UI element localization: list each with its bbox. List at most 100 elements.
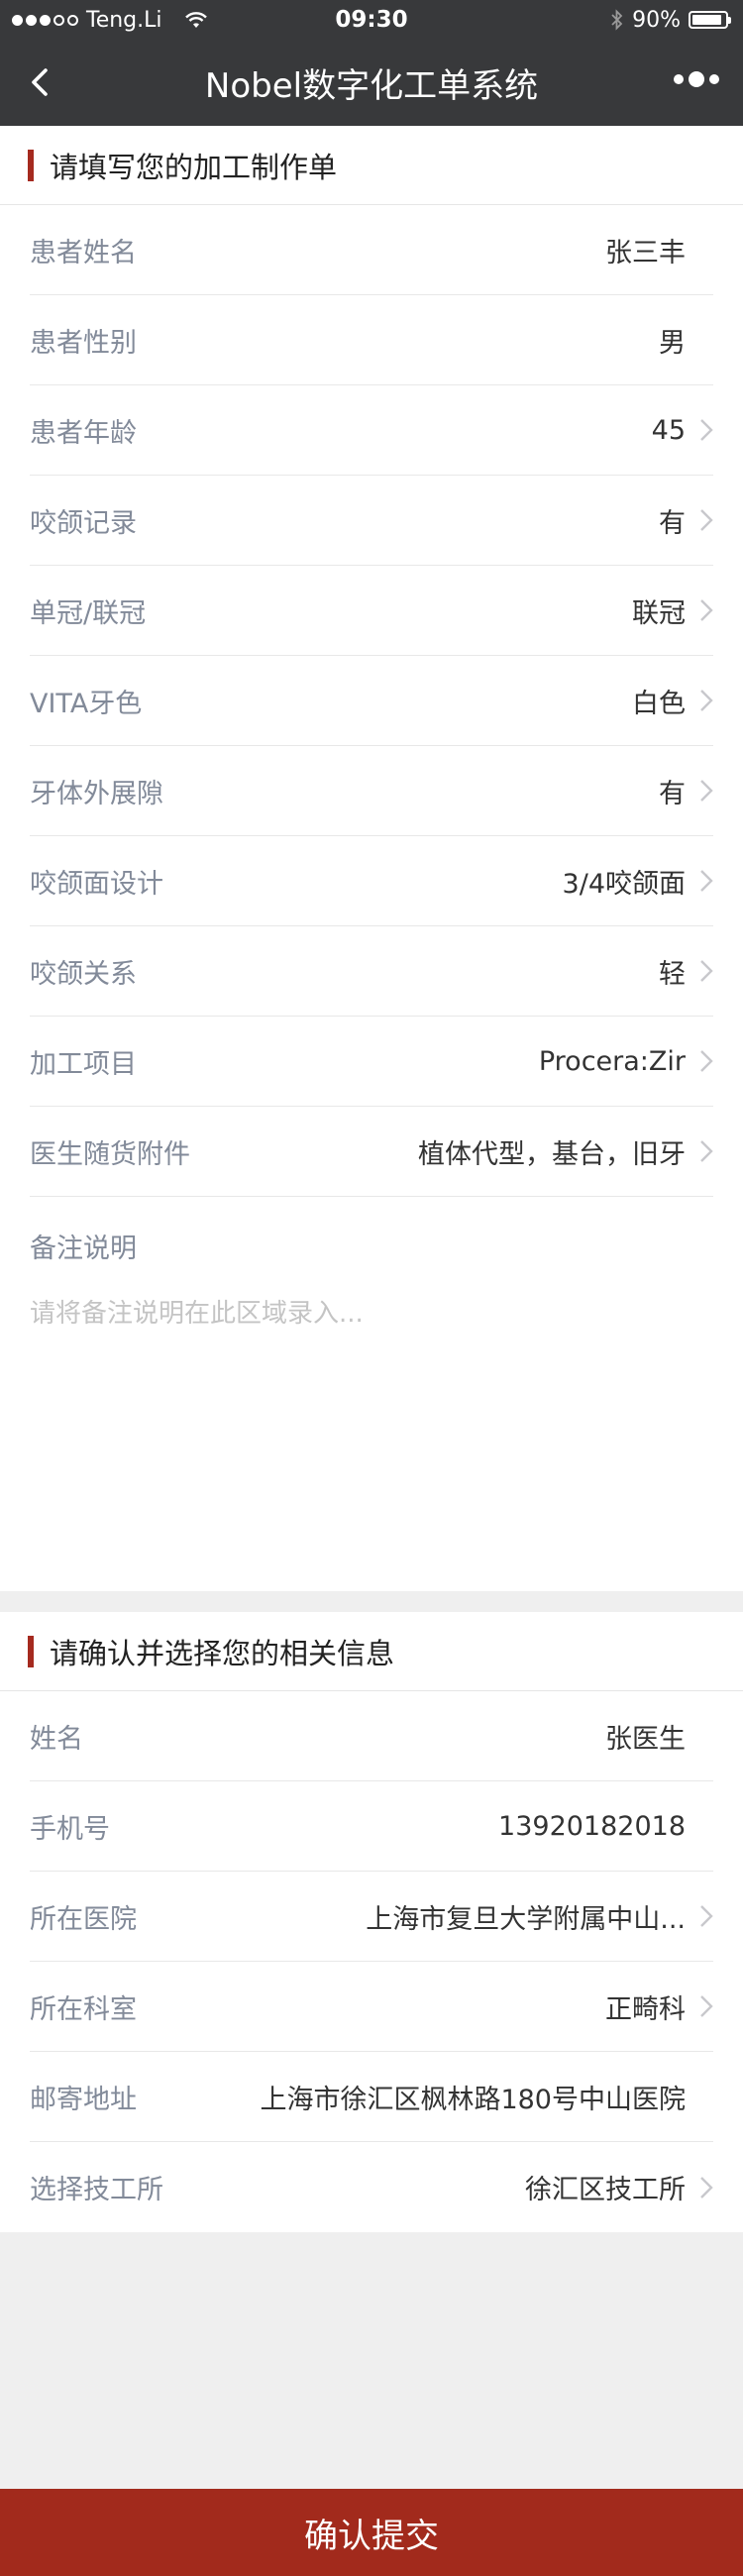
section-header: 请填写您的加工制作单 — [0, 126, 743, 205]
chevron-right-icon — [700, 1050, 713, 1072]
form-row[interactable]: 单冠/联冠 联冠 — [30, 566, 713, 656]
form-row[interactable]: 咬颌面设计 3/4咬颌面 — [30, 836, 713, 926]
signal-dot — [53, 14, 64, 26]
back-arrow-icon[interactable] — [22, 59, 61, 105]
form-row[interactable]: 手机号 13920182018 — [30, 1781, 713, 1872]
row-value-group: 有 — [659, 772, 713, 810]
remarks-label: 备注说明 — [30, 1234, 137, 1264]
form-row[interactable]: 患者性别 男 — [30, 295, 713, 385]
row-value-group: 正畸科 — [605, 1987, 713, 2026]
row-label: 患者性别 — [30, 327, 137, 359]
row-value-group: 植体代型，基台，旧牙 — [418, 1132, 713, 1171]
row-value-group: 上海市复旦大学附属中山... — [366, 1897, 713, 1936]
battery-percent: 90% — [632, 7, 681, 33]
row-label: 咬颌面设计 — [30, 868, 163, 900]
row-label: 姓名 — [30, 1723, 83, 1755]
status-time: 09:30 — [335, 7, 408, 33]
row-value: 有 — [659, 778, 686, 809]
row-value: 上海市徐汇区枫林路180号中山医院 — [260, 2084, 686, 2115]
chevron-right-icon — [700, 1905, 713, 1927]
row-label: 手机号 — [30, 1813, 110, 1845]
chevron-right-icon — [700, 2176, 713, 2199]
row-value-group: 上海市徐汇区枫林路180号中山医院 — [260, 2078, 713, 2116]
row-label: 所在科室 — [30, 1993, 137, 2025]
row-value-group: 男 — [659, 321, 713, 360]
remarks-input[interactable] — [30, 1293, 713, 1541]
form-row[interactable]: 加工项目 Procera:Zir — [30, 1017, 713, 1107]
row-label: 所在医院 — [30, 1903, 137, 1935]
form-row[interactable]: 邮寄地址 上海市徐汇区枫林路180号中山医院 — [30, 2052, 713, 2142]
row-value-group: 有 — [659, 501, 713, 540]
row-value: 张医生 — [605, 1723, 686, 1755]
row-label: 患者年龄 — [30, 417, 137, 449]
signal-dot — [26, 14, 37, 26]
status-left: Teng.Li — [12, 8, 208, 33]
more-dot — [709, 74, 719, 84]
page-title: Nobel数字化工单系统 — [204, 66, 539, 106]
row-value: 植体代型，基台，旧牙 — [418, 1138, 686, 1170]
section-divider — [0, 1591, 743, 1612]
row-value-group: 轻 — [659, 952, 713, 991]
status-right: 90% — [610, 8, 731, 33]
chevron-right-icon — [700, 599, 713, 621]
chevron-right-icon — [700, 690, 713, 711]
row-value-group: 45 — [652, 415, 713, 446]
carrier-name: Teng.Li — [86, 7, 162, 33]
form-row[interactable]: 患者姓名 张三丰 — [30, 205, 713, 295]
form-row[interactable]: VITA牙色 白色 — [30, 656, 713, 746]
battery-body — [689, 11, 728, 29]
row-label: 加工项目 — [30, 1048, 137, 1080]
form-row[interactable]: 所在科室 正畸科 — [30, 1962, 713, 2052]
row-value-group: Procera:Zir — [539, 1046, 713, 1077]
row-value: 上海市复旦大学附属中山... — [366, 1903, 686, 1935]
row-label: 选择技工所 — [30, 2175, 163, 2205]
row-value: 男 — [659, 327, 686, 359]
chevron-right-icon — [700, 1140, 713, 1162]
row-value: 45 — [651, 414, 686, 446]
row-label: 咬颌记录 — [30, 507, 137, 539]
more-dot — [674, 74, 684, 84]
row-value: 3/4咬颌面 — [562, 868, 686, 900]
form-row[interactable]: 牙体外展隙 有 — [30, 746, 713, 836]
row-value: 徐汇区技工所 — [525, 2175, 686, 2205]
row-label: 患者姓名 — [30, 237, 137, 268]
row-value-group: 张三丰 — [605, 231, 713, 269]
row-label: 咬颌关系 — [30, 958, 137, 990]
order-rows: 患者姓名 张三丰 患者性别男患者年龄 45 咬颌记录有单冠/联冠 联冠 VITA牙色 白色 牙体… — [0, 205, 743, 1197]
row-value: 张三丰 — [605, 237, 686, 268]
row-value-group: 徐汇区技工所 — [525, 2168, 713, 2206]
signal-strength-icon — [12, 14, 78, 26]
form-row[interactable]: 姓名 张医生 — [30, 1691, 713, 1781]
signal-dot — [40, 14, 51, 26]
signal-dot — [12, 14, 23, 26]
chevron-right-icon — [700, 509, 713, 531]
form-row[interactable]: 选择技工所 徐汇区技工所 — [30, 2142, 713, 2232]
row-value-group: 白色 — [632, 682, 713, 720]
chevron-right-icon — [700, 960, 713, 982]
section-accent-bar — [28, 1635, 34, 1667]
section-header: 请确认并选择您的相关信息 — [0, 1612, 743, 1691]
signal-dot — [67, 14, 78, 26]
battery-tip — [728, 16, 731, 24]
form-row[interactable]: 医生随货附件 植体代型，基台，旧牙 — [30, 1107, 713, 1197]
row-value: 13920182018 — [498, 1810, 686, 1842]
row-value: 正畸科 — [605, 1993, 686, 2025]
form-row[interactable]: 所在医院 上海市复旦大学附属中山... — [30, 1872, 713, 1962]
section-accent-bar — [28, 149, 34, 181]
order-form-section: 请填写您的加工制作单 患者姓名 张三丰 患者性别男患者年龄 45 咬颌记录有单冠/联冠联… — [0, 126, 743, 1591]
chevron-right-icon — [700, 1995, 713, 2017]
nav-bar: Nobel数字化工单系统 — [0, 40, 743, 126]
submit-button[interactable]: 确认提交 — [0, 2489, 743, 2576]
form-row[interactable]: 咬颌关系 轻 — [30, 926, 713, 1017]
more-options-icon[interactable] — [674, 71, 719, 87]
form-row[interactable]: 患者年龄 45 — [30, 385, 713, 476]
status-bar: Teng.Li 09:30 90% — [0, 0, 743, 40]
row-value-group: 3/4咬颌面 — [563, 862, 713, 901]
row-value-group: 联冠 — [632, 591, 713, 630]
row-label: VITA牙色 — [30, 688, 143, 719]
row-label: 牙体外展隙 — [30, 778, 163, 809]
form-row[interactable]: 咬颌记录 有 — [30, 476, 713, 566]
row-value: 联冠 — [632, 597, 686, 629]
row-value-group: 张医生 — [605, 1717, 713, 1756]
row-label: 邮寄地址 — [30, 2084, 137, 2115]
